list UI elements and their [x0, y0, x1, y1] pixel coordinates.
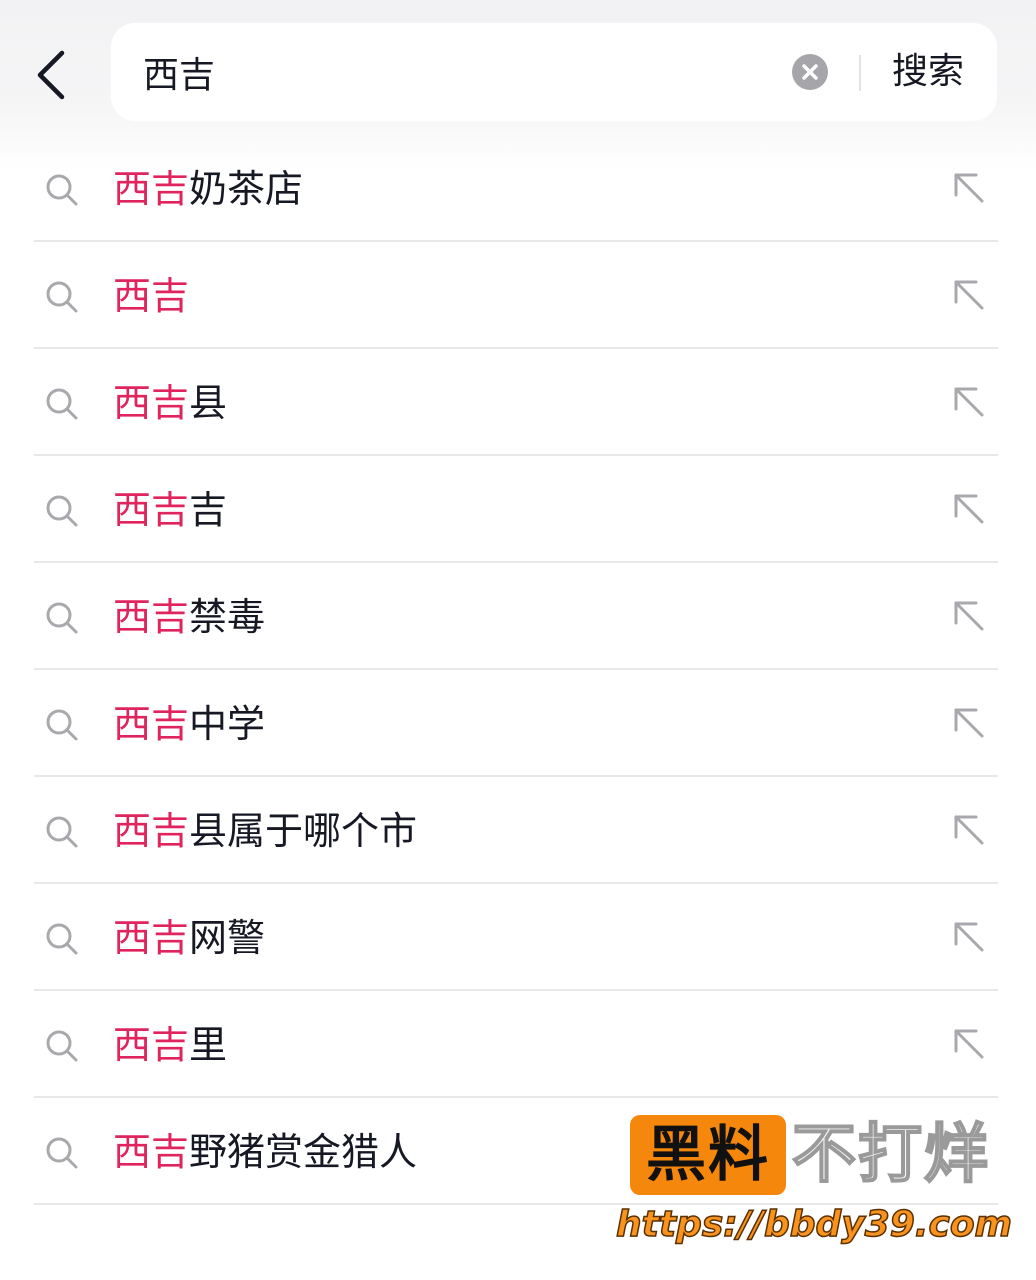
suggestion-highlight: 西吉 [113, 381, 190, 425]
suggestion-highlight: 西吉 [113, 916, 190, 960]
suggestion-text: 西吉县 [113, 377, 227, 429]
suggestion-rest: 奶茶店 [189, 167, 304, 211]
search-icon [46, 1030, 78, 1062]
arrow-up-left-icon[interactable] [950, 918, 988, 956]
clear-circle-icon [802, 64, 818, 80]
watermark-title: 不打烊 [791, 1117, 990, 1193]
arrow-up-left-icon[interactable] [950, 597, 988, 635]
chevron-left-icon [37, 50, 65, 100]
suggestion-list: 西吉奶茶店 西吉 西吉县 西吉吉 西吉禁毒 西吉中学 西吉县属于哪个市 西吉网警 西吉里 西吉野猪… [0, 135, 1036, 1205]
suggestion-text: 西吉吉 [113, 484, 227, 536]
search-input[interactable] [143, 43, 783, 101]
search-icon [46, 174, 78, 206]
watermark: 黑料 不打烊 https://bbdy39.com [612, 1112, 1022, 1258]
arrow-up-left-icon[interactable] [950, 276, 988, 314]
suggestion-text: 西吉奶茶店 [113, 163, 303, 215]
search-bar: 搜索 [111, 23, 997, 121]
suggestion-item[interactable]: 西吉禁毒 [0, 563, 1036, 670]
arrow-up-left-icon[interactable] [950, 1025, 988, 1063]
suggestion-text: 西吉禁毒 [113, 591, 265, 643]
suggestion-rest: 县属于哪个市 [189, 809, 418, 853]
arrow-up-left-icon[interactable] [950, 383, 988, 421]
suggestion-item[interactable]: 西吉网警 [0, 884, 1036, 991]
suggestion-rest: 禁毒 [189, 595, 266, 639]
suggestion-text: 西吉中学 [113, 698, 265, 750]
suggestion-item[interactable]: 西吉中学 [0, 670, 1036, 777]
search-divider [859, 55, 861, 91]
suggestion-text: 西吉野猪赏金猎人 [113, 1126, 417, 1178]
suggestion-highlight: 西吉 [113, 595, 190, 639]
suggestion-item[interactable]: 西吉奶茶店 [0, 135, 1036, 242]
suggestion-rest: 中学 [189, 702, 266, 746]
suggestion-highlight: 西吉 [113, 274, 190, 318]
back-button[interactable] [22, 40, 78, 110]
search-page: 搜索 西吉奶茶店西吉西吉县西吉吉西吉禁毒西吉中学西吉县属于哪个市西吉网警西吉里西… [0, 0, 1036, 1280]
search-icon [46, 281, 78, 313]
arrow-up-left-icon[interactable] [950, 490, 988, 528]
suggestion-text: 西吉 [113, 270, 189, 322]
watermark-url: https://bbdy39.com [615, 1203, 1013, 1246]
suggestion-rest: 县 [189, 381, 228, 425]
search-icon [46, 923, 78, 955]
suggestion-highlight: 西吉 [113, 809, 190, 853]
search-icon [46, 495, 78, 527]
search-icon [46, 1137, 78, 1169]
search-submit-button[interactable]: 搜索 [883, 45, 973, 99]
suggestion-text: 西吉网警 [113, 912, 265, 964]
suggestion-item[interactable]: 西吉 [0, 242, 1036, 349]
suggestion-text: 西吉里 [113, 1019, 227, 1071]
suggestion-rest: 野猪赏金猎人 [189, 1130, 418, 1174]
search-icon [46, 816, 78, 848]
suggestion-rest: 吉 [189, 488, 228, 532]
suggestion-item[interactable]: 西吉吉 [0, 456, 1036, 563]
search-icon [46, 602, 78, 634]
suggestion-rest: 网警 [189, 916, 266, 960]
search-icon [46, 388, 78, 420]
watermark-badge: 黑料 [630, 1115, 786, 1195]
arrow-up-left-icon[interactable] [950, 811, 988, 849]
suggestion-highlight: 西吉 [113, 1130, 190, 1174]
suggestion-highlight: 西吉 [113, 488, 190, 532]
arrow-up-left-icon[interactable] [950, 169, 988, 207]
suggestion-highlight: 西吉 [113, 1023, 190, 1067]
arrow-up-left-icon[interactable] [950, 704, 988, 742]
suggestion-item[interactable]: 西吉里 [0, 991, 1036, 1098]
suggestion-highlight: 西吉 [113, 702, 190, 746]
suggestion-text: 西吉县属于哪个市 [113, 805, 417, 857]
suggestion-highlight: 西吉 [113, 167, 190, 211]
suggestion-rest: 里 [189, 1023, 228, 1067]
search-icon [46, 709, 78, 741]
suggestion-item[interactable]: 西吉县 [0, 349, 1036, 456]
clear-button[interactable] [792, 54, 828, 90]
suggestion-item[interactable]: 西吉县属于哪个市 [0, 777, 1036, 884]
